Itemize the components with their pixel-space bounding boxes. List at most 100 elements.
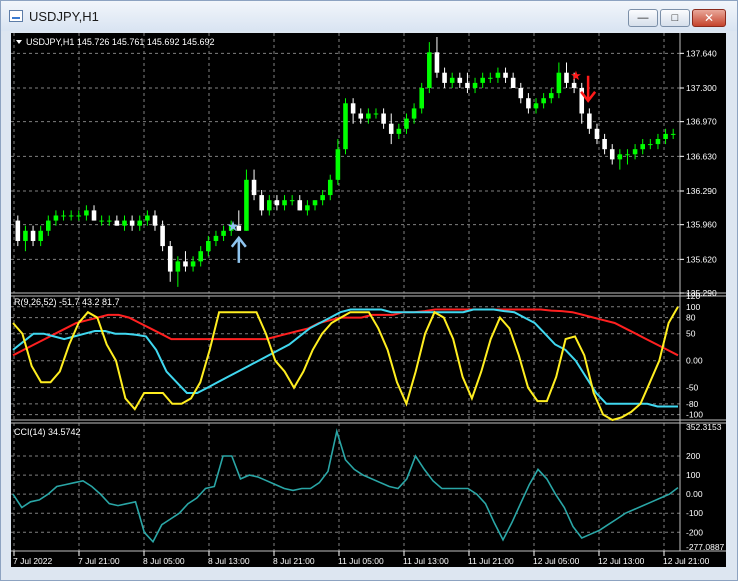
time-axis-label: 12 Jul 13:00 bbox=[598, 556, 645, 566]
candle-body bbox=[373, 113, 379, 115]
candle-body bbox=[289, 200, 295, 202]
buy-star-icon: ★ bbox=[227, 219, 240, 235]
candle-body bbox=[99, 220, 104, 222]
time-axis-label: 8 Jul 21:00 bbox=[273, 556, 315, 566]
candle-body bbox=[602, 138, 607, 150]
candle-body bbox=[297, 200, 303, 211]
candle-body bbox=[251, 179, 257, 196]
candle-body bbox=[472, 82, 478, 88]
candle-body bbox=[381, 113, 386, 124]
candle-body bbox=[76, 215, 82, 217]
candle-body bbox=[61, 215, 66, 217]
candle-body bbox=[84, 210, 89, 216]
candle-body bbox=[427, 52, 432, 88]
price-axis-label: 137.300 bbox=[686, 83, 717, 93]
candle-body bbox=[556, 72, 562, 94]
candle-body bbox=[495, 72, 501, 78]
candle-body bbox=[206, 240, 211, 252]
candle-body bbox=[480, 77, 485, 83]
price-axis-label: 136.290 bbox=[686, 186, 717, 196]
candle-body bbox=[15, 220, 21, 241]
candle-body bbox=[533, 103, 539, 109]
cci-level-label: -100 bbox=[686, 508, 703, 518]
price-axis-label: 135.960 bbox=[686, 220, 717, 230]
time-axis-label: 8 Jul 13:00 bbox=[208, 556, 250, 566]
candle-body bbox=[655, 138, 661, 145]
rsi-level-label: 50 bbox=[686, 329, 696, 339]
candle-body bbox=[648, 144, 653, 146]
candle-body bbox=[145, 215, 150, 221]
candle-body bbox=[213, 235, 219, 241]
rsi-legend: R(9,26,52) -51.7 43.2 81.7 bbox=[14, 297, 120, 307]
candle-body bbox=[350, 103, 356, 114]
time-axis-label: 12 Jul 21:00 bbox=[663, 556, 710, 566]
time-axis-label: 7 Jul 2022 bbox=[13, 556, 52, 566]
candle-body bbox=[457, 77, 463, 83]
candle-body bbox=[396, 128, 402, 134]
cci-level-label: 352.3153 bbox=[686, 422, 722, 432]
candle-body bbox=[327, 179, 333, 196]
cci-level-label: 200 bbox=[686, 451, 700, 461]
candle-body bbox=[305, 205, 310, 211]
time-axis-label: 11 Jul 05:00 bbox=[338, 556, 384, 566]
rsi-level-label: 80 bbox=[686, 313, 696, 323]
candle-body bbox=[449, 77, 455, 83]
candle-body bbox=[564, 72, 569, 83]
cci-legend: CCI(14) 34.5742 bbox=[14, 427, 81, 437]
candle-body bbox=[274, 200, 280, 206]
time-axis-label: 11 Jul 21:00 bbox=[468, 556, 514, 566]
price-axis-label: 135.620 bbox=[686, 254, 717, 264]
candle-body bbox=[175, 261, 181, 272]
candle-body bbox=[259, 195, 264, 211]
time-axis-label: 8 Jul 05:00 bbox=[143, 556, 185, 566]
rsi-level-label: -100 bbox=[686, 410, 703, 420]
candle-body bbox=[411, 108, 417, 119]
candle-body bbox=[53, 215, 59, 221]
candle-body bbox=[663, 133, 668, 139]
cci-level-label: -277.0887 bbox=[686, 542, 725, 552]
price-axis-label: 137.640 bbox=[686, 48, 717, 58]
candle-body bbox=[541, 98, 546, 104]
chart-area[interactable]: ★ ★ 137.640 137.300 136.970 136.630 136.290 13… bbox=[0, 0, 738, 581]
candle-body bbox=[68, 215, 74, 217]
candle-body bbox=[221, 230, 226, 236]
candle-body bbox=[137, 220, 143, 226]
candle-body bbox=[632, 149, 638, 155]
rsi-level-label: 100 bbox=[686, 302, 700, 312]
candle-body bbox=[122, 220, 127, 226]
candle-body bbox=[335, 149, 341, 180]
candle-body bbox=[670, 133, 676, 135]
price-axis-label: 136.630 bbox=[686, 151, 717, 161]
rsi-level-label: 0.00 bbox=[686, 356, 703, 366]
rsi-level-label: -50 bbox=[686, 383, 699, 393]
candle-body bbox=[548, 93, 554, 99]
candle-body bbox=[526, 98, 531, 109]
time-axis-label: 7 Jul 21:00 bbox=[78, 556, 120, 566]
candle-body bbox=[434, 52, 440, 73]
candle-body bbox=[442, 72, 447, 83]
candle-body bbox=[617, 154, 623, 160]
rsi-level-label: -80 bbox=[686, 399, 699, 409]
candle-body bbox=[518, 87, 524, 99]
candle-body bbox=[160, 225, 165, 247]
time-axis-label: 12 Jul 05:00 bbox=[533, 556, 580, 566]
candle-body bbox=[594, 128, 600, 139]
rsi-level-label: 120 bbox=[686, 291, 700, 301]
candle-body bbox=[30, 230, 36, 241]
candle-body bbox=[129, 220, 135, 226]
candle-body bbox=[388, 123, 394, 134]
candle-body bbox=[152, 215, 158, 226]
candle-body bbox=[609, 149, 615, 160]
candle-body bbox=[366, 113, 371, 119]
sell-star-icon: ★ bbox=[570, 69, 582, 84]
candle-body bbox=[488, 77, 493, 79]
candle-body bbox=[244, 179, 249, 231]
candle-body bbox=[114, 220, 120, 226]
candle-body bbox=[419, 87, 424, 109]
candle-body bbox=[320, 195, 325, 201]
cci-level-label: 0.00 bbox=[686, 489, 703, 499]
main-legend: USDJPY,H1 145.726 145.761 145.692 145.69… bbox=[26, 37, 215, 47]
candle-body bbox=[38, 230, 43, 241]
candle-body bbox=[343, 103, 348, 150]
cci-level-label: -200 bbox=[686, 527, 703, 537]
